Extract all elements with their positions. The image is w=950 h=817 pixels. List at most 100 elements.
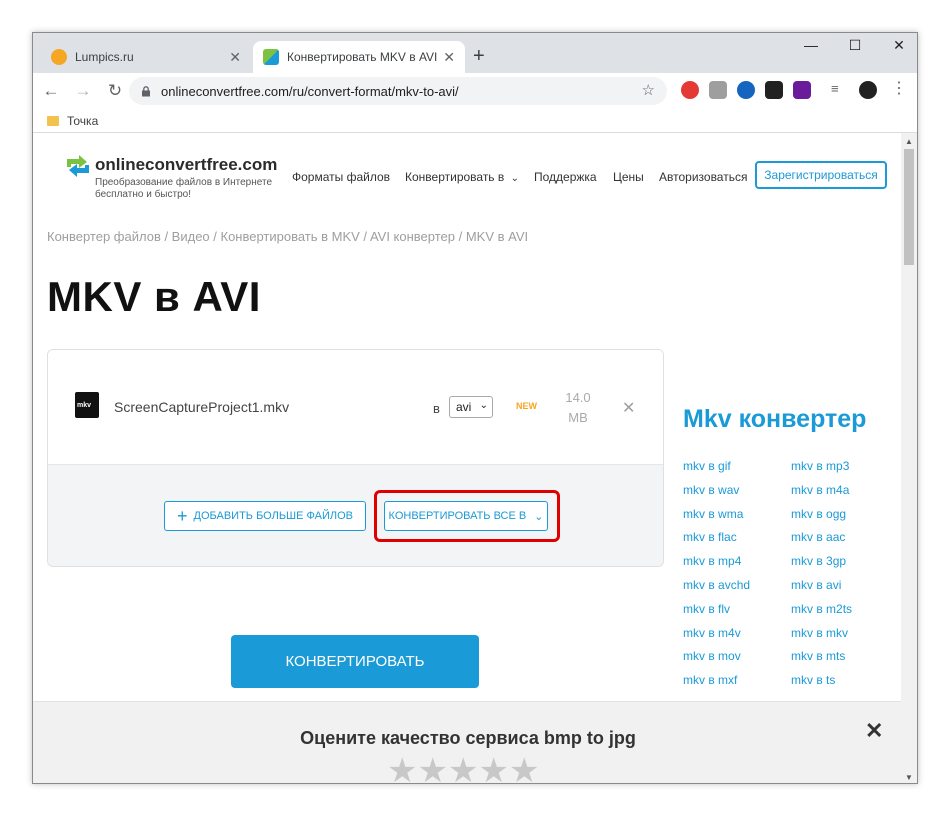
sidebar-link[interactable]: mkv в 3gp	[791, 554, 846, 568]
nav-login[interactable]: Авторизоваться	[659, 170, 747, 184]
new-badge: NEW	[516, 401, 537, 411]
minimize-icon[interactable]: —	[791, 37, 831, 53]
sidebar-link[interactable]: mkv в aac	[791, 530, 845, 544]
sidebar-link[interactable]: mkv в mov	[683, 649, 741, 663]
sidebar-link[interactable]: mkv в avchd	[683, 578, 750, 592]
maximize-icon[interactable]: ☐	[835, 37, 875, 54]
rating-stars: ★ ★ ★ ★ ★	[387, 754, 539, 783]
sidebar-link[interactable]: mkv в wav	[683, 483, 739, 497]
format-select-value: avi	[456, 400, 472, 414]
folder-icon	[47, 115, 59, 126]
file-name: ScreenCaptureProject1.mkv	[114, 399, 290, 415]
tab-strip: Lumpics.ru ✕ Конвертировать MKV в AVI он…	[33, 33, 917, 73]
extension-box-icon[interactable]	[765, 81, 783, 99]
tab-converter[interactable]: Конвертировать MKV в AVI онл ✕	[253, 41, 465, 73]
sidebar-title: Mkv конвертер	[683, 405, 867, 433]
scroll-up-icon[interactable]: ▲	[905, 137, 913, 146]
address-bar[interactable]: onlineconvertfree.com/ru/convert-format/…	[129, 77, 667, 105]
close-icon[interactable]: ✕	[443, 49, 455, 66]
add-more-files-button[interactable]: + ДОБАВИТЬ БОЛЬШЕ ФАЙЛОВ	[164, 501, 366, 531]
convert-all-label: КОНВЕРТИРОВАТЬ ВСЕ В	[388, 510, 527, 522]
page-scrollbar[interactable]: ▲ ▼	[901, 133, 917, 783]
chevron-down-icon: ⌄	[534, 510, 544, 523]
scrollbar-thumb[interactable]	[904, 149, 914, 265]
extension-globe-icon[interactable]	[737, 81, 755, 99]
logo-arrows-icon	[67, 155, 89, 177]
sidebar-link[interactable]: mkv в mts	[791, 649, 845, 663]
register-button[interactable]: Зарегистрироваться	[755, 161, 887, 189]
nav-prices[interactable]: Цены	[613, 170, 644, 184]
chevron-down-icon: ⌄	[510, 173, 520, 184]
new-tab-plus-icon[interactable]: +	[473, 45, 485, 68]
extension-os-icon[interactable]	[709, 81, 727, 99]
plus-icon: +	[177, 505, 188, 526]
sidebar-link[interactable]: mkv в mp3	[791, 459, 849, 473]
rating-star-icon[interactable]: ★	[448, 754, 478, 783]
sidebar-link[interactable]: mkv в flv	[683, 602, 730, 616]
sidebar-link[interactable]: mkv в wma	[683, 507, 743, 521]
rating-star-icon[interactable]: ★	[417, 754, 447, 783]
sidebar-link[interactable]: mkv в ts	[791, 673, 835, 687]
format-select[interactable]: avi ⌄	[449, 396, 493, 418]
logo-subtitle-line2: бесплатно и быстро!	[95, 189, 191, 200]
file-row: mkv ScreenCaptureProject1.mkv в avi ⌄ NE…	[48, 350, 663, 464]
tab-lumpics[interactable]: Lumpics.ru ✕	[41, 41, 251, 73]
sidebar-link[interactable]: mkv в mp4	[683, 554, 741, 568]
nav-convert-label: Конвертировать в	[405, 170, 505, 184]
window-close-icon[interactable]: ✕	[879, 37, 917, 54]
bookmark-star-icon[interactable]: ☆	[642, 81, 655, 99]
avatar[interactable]	[859, 81, 877, 99]
rating-star-icon[interactable]: ★	[509, 754, 539, 783]
convert-button[interactable]: КОНВЕРТИРОВАТЬ	[231, 635, 479, 688]
close-icon[interactable]: ✕	[229, 49, 241, 66]
sidebar-link[interactable]: mkv в m2ts	[791, 602, 852, 616]
sidebar-link[interactable]: mkv в ogg	[791, 507, 846, 521]
breadcrumb[interactable]: Конвертер файлов / Видео / Конвертироват…	[47, 229, 528, 244]
sidebar-link[interactable]: mkv в gif	[683, 459, 731, 473]
media-queue-icon[interactable]: ≡	[831, 81, 849, 99]
remove-file-close-icon[interactable]: ✕	[622, 398, 635, 418]
file-icon: mkv	[75, 392, 99, 418]
scroll-down-icon[interactable]: ▼	[905, 773, 913, 782]
file-icon-label: mkv	[77, 402, 92, 409]
logo-subtitle-line1: Преобразование файлов в Интернете	[95, 177, 273, 188]
extension-red-icon[interactable]	[681, 81, 699, 99]
file-size: 14.0 MB	[558, 388, 598, 428]
browser-window: Lumpics.ru ✕ Конвертировать MKV в AVI он…	[32, 32, 918, 784]
page-viewport: onlineconvertfree.com Преобразование фай…	[33, 133, 903, 783]
sidebar-link[interactable]: mkv в m4a	[791, 483, 849, 497]
file-size-value: 14.0	[565, 390, 591, 405]
chevron-down-icon: ⌄	[479, 400, 488, 411]
forward-arrow-icon[interactable]: →	[69, 81, 97, 101]
tab-label: Конвертировать MKV в AVI онл	[287, 50, 438, 64]
onlineconvertfree-favicon-icon	[263, 49, 279, 65]
nav-convert[interactable]: Конвертировать в ⌄	[405, 170, 519, 184]
sidebar-link[interactable]: mkv в m4v	[683, 626, 741, 640]
nav-formats[interactable]: Форматы файлов	[292, 170, 390, 184]
back-arrow-icon[interactable]: ←	[37, 81, 65, 101]
rating-star-icon[interactable]: ★	[478, 754, 508, 783]
rating-close-icon[interactable]: ✕	[865, 718, 883, 744]
bookmarks-bar: Точка	[33, 109, 917, 133]
reload-icon[interactable]: ↻	[101, 81, 129, 101]
converter-panel: mkv ScreenCaptureProject1.mkv в avi ⌄ NE…	[47, 349, 664, 567]
sidebar-link[interactable]: mkv в flac	[683, 530, 737, 544]
menu-dots-icon[interactable]: ⋮	[891, 81, 909, 99]
nav-support[interactable]: Поддержка	[534, 170, 597, 184]
to-label: в	[433, 401, 440, 416]
logo-title: onlineconvertfree.com	[95, 155, 278, 174]
sidebar-link[interactable]: mkv в mkv	[791, 626, 848, 640]
rating-star-icon[interactable]: ★	[387, 754, 417, 783]
convert-all-button[interactable]: КОНВЕРТИРОВАТЬ ВСЕ В ⌄	[384, 501, 548, 531]
rating-title: Оцените качество сервиса bmp to jpg	[300, 728, 636, 748]
extension-purple-icon[interactable]	[793, 81, 811, 99]
add-more-label: ДОБАВИТЬ БОЛЬШЕ ФАЙЛОВ	[193, 510, 353, 522]
sidebar-link[interactable]: mkv в avi	[791, 578, 841, 592]
file-size-unit: MB	[568, 410, 588, 425]
url-text: onlineconvertfree.com/ru/convert-format/…	[161, 83, 459, 99]
site-logo[interactable]: onlineconvertfree.com Преобразование фай…	[65, 155, 277, 201]
page-title: MKV в AVI	[47, 273, 261, 320]
bookmark-item[interactable]: Точка	[67, 114, 98, 128]
lock-icon	[142, 85, 150, 96]
sidebar-link[interactable]: mkv в mxf	[683, 673, 737, 687]
